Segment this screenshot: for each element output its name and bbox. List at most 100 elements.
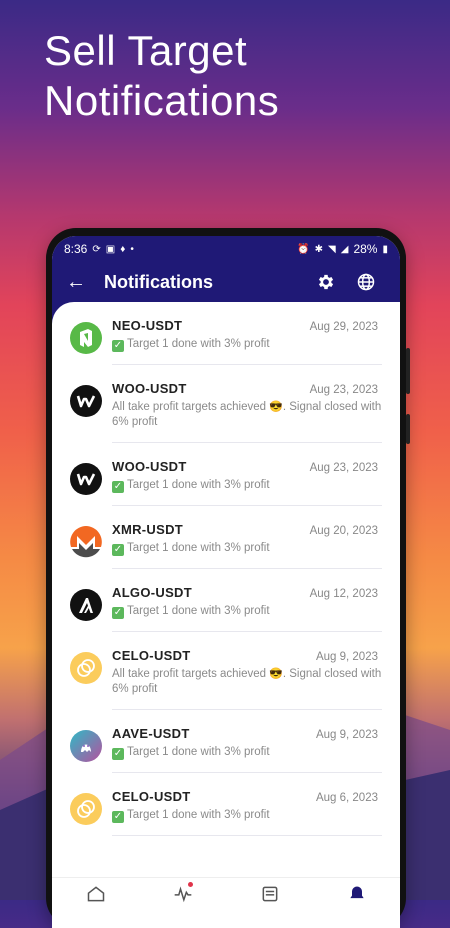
notification-header: ALGO-USDT Aug 12, 2023: [112, 585, 382, 600]
notification-pair: CELO-USDT: [112, 648, 191, 663]
notification-body: CELO-USDT Aug 9, 2023 All take profit targ…: [112, 648, 382, 710]
status-time: 8:36: [64, 242, 88, 256]
notification-pair: CELO-USDT: [112, 789, 191, 804]
dot-icon: •: [130, 243, 134, 255]
notification-message: ✓ Target 1 done with 3% profit: [112, 478, 382, 493]
notification-pair: WOO-USDT: [112, 381, 187, 396]
notifications-list[interactable]: NEO-USDT Aug 29, 2023 ✓ Target 1 done with …: [52, 302, 400, 884]
notification-item[interactable]: WOO-USDT Aug 23, 2023 All take profit targ…: [52, 365, 400, 443]
notification-text: Target 1 done with 3% profit: [127, 809, 270, 821]
celo-icon: [70, 793, 102, 825]
android-icon: ♦: [120, 243, 126, 255]
notification-text: Target 1 done with 3% profit: [127, 746, 270, 758]
notification-message: ✓ Target 1 done with 3% profit: [112, 541, 382, 556]
notification-text: All take profit targets achieved: [112, 401, 267, 413]
notification-message: All take profit targets achieved 😎. Sign…: [112, 400, 382, 430]
monero-icon: [70, 526, 102, 558]
notification-item[interactable]: CELO-USDT Aug 6, 2023 ✓ Target 1 done with …: [52, 773, 400, 836]
check-mark-icon: ✓: [112, 481, 124, 493]
battery-level: 28%: [353, 242, 378, 256]
notification-text: All take profit targets achieved: [112, 668, 267, 680]
news-icon[interactable]: [252, 884, 288, 904]
signals-icon[interactable]: [165, 882, 201, 904]
notification-date: Aug 6, 2023: [315, 792, 378, 804]
notification-header: NEO-USDT Aug 29, 2023: [112, 318, 382, 333]
notification-date: Aug 9, 2023: [315, 729, 378, 741]
notification-message: All take profit targets achieved 😎. Sign…: [112, 667, 382, 697]
headline-line-1: Sell Target: [44, 27, 248, 74]
notification-item[interactable]: NEO-USDT Aug 29, 2023 ✓ Target 1 done with …: [52, 302, 400, 365]
notification-text: Target 1 done with 3% profit: [127, 479, 270, 491]
check-mark-icon: ✓: [112, 544, 124, 556]
notification-header: WOO-USDT Aug 23, 2023: [112, 381, 382, 396]
notification-header: AAVE-USDT Aug 9, 2023: [112, 726, 382, 741]
settings-gear-icon[interactable]: [306, 272, 346, 292]
notification-pair: XMR-USDT: [112, 522, 184, 537]
notification-body: WOO-USDT Aug 23, 2023 ✓ Target 1 done with …: [112, 459, 382, 506]
notifications-container: NEO-USDT Aug 29, 2023 ✓ Target 1 done with …: [52, 302, 400, 884]
notification-pair: ALGO-USDT: [112, 585, 192, 600]
notification-text: Target 1 done with 3% profit: [127, 542, 270, 554]
aave-icon: [70, 730, 102, 762]
woo-icon: [70, 385, 102, 417]
back-arrow-icon[interactable]: ←: [66, 271, 104, 294]
notification-header: CELO-USDT Aug 6, 2023: [112, 789, 382, 804]
app-bar: ← Notifications: [52, 262, 400, 302]
notification-pair: NEO-USDT: [112, 318, 183, 333]
notification-pair: AAVE-USDT: [112, 726, 190, 741]
phone-frame: 8:36 ⟳ ▣ ♦ • ⏰ ✱ ◥ ◢ 28% ▮ ← Notificatio…: [46, 228, 410, 928]
notification-pair: WOO-USDT: [112, 459, 187, 474]
notification-text: Target 1 done with 3% profit: [127, 605, 270, 617]
battery-icon: ▮: [382, 243, 388, 255]
notification-date: Aug 12, 2023: [309, 588, 378, 600]
notification-text: Target 1 done with 3% profit: [127, 338, 270, 350]
sunglasses-emoji-icon: 😎: [266, 668, 283, 680]
notification-header: WOO-USDT Aug 23, 2023: [112, 459, 382, 474]
notification-item[interactable]: WOO-USDT Aug 23, 2023 ✓ Target 1 done with …: [52, 443, 400, 506]
bluetooth-icon: ✱: [314, 243, 324, 255]
sunglasses-emoji-icon: 😎: [266, 401, 283, 413]
sync-icon: ⟳: [92, 243, 101, 255]
wifi-icon: ◥: [328, 243, 336, 255]
notification-header: CELO-USDT Aug 9, 2023: [112, 648, 382, 663]
notification-body: XMR-USDT Aug 20, 2023 ✓ Target 1 done with …: [112, 522, 382, 569]
notification-header: XMR-USDT Aug 20, 2023: [112, 522, 382, 537]
check-mark-icon: ✓: [112, 748, 124, 760]
bottom-nav: [52, 877, 400, 928]
notification-item[interactable]: CELO-USDT Aug 9, 2023 All take profit targ…: [52, 632, 400, 710]
check-mark-icon: ✓: [112, 340, 124, 352]
notification-body: CELO-USDT Aug 6, 2023 ✓ Target 1 done with …: [112, 789, 382, 836]
headline-line-2: Notifications: [44, 77, 280, 124]
alarm-icon: ⏰: [297, 243, 310, 255]
notification-date: Aug 9, 2023: [315, 651, 378, 663]
notification-body: ALGO-USDT Aug 12, 2023 ✓ Target 1 done with…: [112, 585, 382, 632]
notification-message: ✓ Target 1 done with 3% profit: [112, 604, 382, 619]
signal-icon: ◢: [340, 243, 349, 255]
bell-icon[interactable]: [339, 884, 375, 904]
check-mark-icon: ✓: [112, 607, 124, 619]
phone-screen: 8:36 ⟳ ▣ ♦ • ⏰ ✱ ◥ ◢ 28% ▮ ← Notificatio…: [52, 236, 400, 928]
headline: Sell Target Notifications: [44, 26, 279, 126]
notification-message: ✓ Target 1 done with 3% profit: [112, 808, 382, 823]
volume-button: [406, 348, 410, 394]
notification-body: NEO-USDT Aug 29, 2023 ✓ Target 1 done with …: [112, 318, 382, 365]
image-icon: ▣: [105, 243, 116, 255]
celo-icon: [70, 652, 102, 684]
notification-date: Aug 29, 2023: [309, 321, 378, 333]
check-mark-icon: ✓: [112, 811, 124, 823]
algorand-icon: [70, 589, 102, 621]
power-button: [406, 414, 410, 444]
home-icon[interactable]: [78, 884, 114, 904]
notification-message: ✓ Target 1 done with 3% profit: [112, 745, 382, 760]
notification-item[interactable]: ALGO-USDT Aug 12, 2023 ✓ Target 1 done with…: [52, 569, 400, 632]
page-title: Notifications: [104, 271, 214, 292]
notification-body: WOO-USDT Aug 23, 2023 All take profit targ…: [112, 381, 382, 443]
notification-date: Aug 20, 2023: [309, 525, 378, 537]
neo-icon: [70, 322, 102, 354]
globe-icon[interactable]: [346, 272, 386, 292]
notification-item[interactable]: XMR-USDT Aug 20, 2023 ✓ Target 1 done with …: [52, 506, 400, 569]
notification-dot: [187, 882, 193, 887]
notification-date: Aug 23, 2023: [309, 462, 378, 474]
notification-item[interactable]: AAVE-USDT Aug 9, 2023 ✓ Target 1 done with …: [52, 710, 400, 773]
notification-body: AAVE-USDT Aug 9, 2023 ✓ Target 1 done with …: [112, 726, 382, 773]
